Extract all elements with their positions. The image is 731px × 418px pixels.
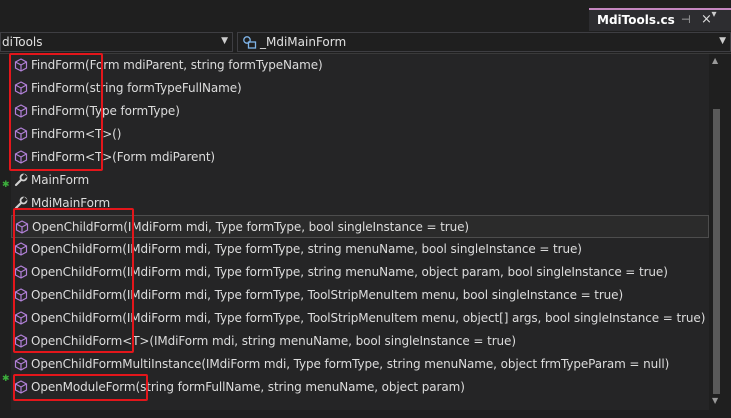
vertical-scrollbar[interactable]: ▲ ▼ <box>711 54 722 410</box>
list-item-label: OpenChildForm(IMdiForm mdi, Type formTyp… <box>31 288 624 302</box>
navigation-bar: diTools ▼ _MdiMainForm ▼ <box>0 31 731 54</box>
list-item-label: FindForm<T>(Form mdiParent) <box>31 150 216 164</box>
list-item[interactable]: FindForm(Type formType) <box>11 100 709 123</box>
list-item-label: FindForm(string formTypeFullName) <box>31 81 242 95</box>
list-item[interactable]: OpenChildFormMultiInstance(IMdiForm mdi,… <box>11 353 709 376</box>
scroll-up-icon[interactable]: ▲ <box>712 56 718 65</box>
list-item-label: FindForm<T>() <box>31 127 122 141</box>
method-icon <box>14 311 28 325</box>
type-dropdown[interactable]: diTools ▼ <box>0 32 233 52</box>
member-dropdown[interactable]: _MdiMainForm ▼ <box>237 32 731 52</box>
list-item[interactable]: OpenChildForm(IMdiForm mdi, Type formTyp… <box>11 238 709 261</box>
list-item-label: FindForm(Form mdiParent, string formType… <box>31 58 323 72</box>
tab-overflow-icon[interactable]: ▾ <box>704 9 724 20</box>
list-item-label: OpenChildFormMultiInstance(IMdiForm mdi,… <box>31 357 670 371</box>
change-marker-icon: ✱ <box>2 374 10 384</box>
list-item[interactable]: OpenChildForm(IMdiForm mdi, Type formTyp… <box>11 307 709 330</box>
list-item[interactable]: FindForm(string formTypeFullName) <box>11 77 709 100</box>
method-icon <box>14 104 28 118</box>
document-tab-bar: MdiTools.cs ⊣ × ▾ <box>0 0 731 31</box>
list-item-label: OpenChildForm(IMdiForm mdi, Type formTyp… <box>32 220 469 234</box>
method-icon <box>14 357 28 371</box>
method-icon <box>14 288 28 302</box>
list-item-label: OpenChildForm(IMdiForm mdi, Type formTyp… <box>31 242 582 256</box>
list-item[interactable]: MainForm <box>11 169 709 192</box>
method-icon <box>14 150 28 164</box>
method-icon <box>14 265 28 279</box>
list-item-label: OpenChildForm<T>(IMdiForm mdi, string me… <box>31 334 516 348</box>
list-item[interactable]: OpenModuleForm(string formFullName, stri… <box>11 376 709 399</box>
method-icon <box>14 242 28 256</box>
wrench-icon <box>14 173 28 187</box>
method-icon <box>14 58 28 72</box>
list-item[interactable]: OpenChildForm(IMdiForm mdi, Type formTyp… <box>11 215 709 238</box>
method-icon <box>14 81 28 95</box>
list-item[interactable]: OpenChildForm(IMdiForm mdi, Type formTyp… <box>11 284 709 307</box>
method-icon <box>15 220 29 234</box>
tab-title: MdiTools.cs <box>597 13 675 27</box>
list-item-label: MdiMainForm <box>31 196 111 210</box>
list-item-label: OpenChildForm(IMdiForm mdi, Type formTyp… <box>31 311 706 325</box>
list-item[interactable]: MdiMainForm <box>11 192 709 215</box>
scrollbar-thumb[interactable] <box>713 109 720 394</box>
method-icon <box>14 127 28 141</box>
wrench-icon <box>14 196 28 210</box>
list-item-label: MainForm <box>31 173 90 187</box>
list-item-label: FindForm(Type formType) <box>31 104 180 118</box>
chevron-down-icon: ▼ <box>221 36 228 46</box>
pin-icon[interactable]: ⊣ <box>681 13 691 26</box>
class-icon <box>242 35 257 53</box>
list-item-label: OpenChildForm(IMdiForm mdi, Type formTyp… <box>31 265 668 279</box>
change-marker-icon: ✱ <box>2 180 10 190</box>
member-list: FindForm(Form mdiParent, string formType… <box>11 54 709 410</box>
list-item-label: OpenModuleForm(string formFullName, stri… <box>31 380 465 394</box>
list-item[interactable]: FindForm(Form mdiParent, string formType… <box>11 54 709 77</box>
scroll-down-icon[interactable]: ▼ <box>712 396 718 405</box>
list-item[interactable]: FindForm<T>(Form mdiParent) <box>11 146 709 169</box>
method-icon <box>14 334 28 348</box>
chevron-down-icon: ▼ <box>719 36 726 46</box>
member-dropdown-value: _MdiMainForm <box>260 35 347 49</box>
list-item[interactable]: OpenChildForm<T>(IMdiForm mdi, string me… <box>11 330 709 353</box>
method-icon <box>14 380 28 394</box>
list-item[interactable]: OpenChildForm(IMdiForm mdi, Type formTyp… <box>11 261 709 284</box>
type-dropdown-value: diTools <box>2 35 43 49</box>
list-item[interactable]: FindForm<T>() <box>11 123 709 146</box>
